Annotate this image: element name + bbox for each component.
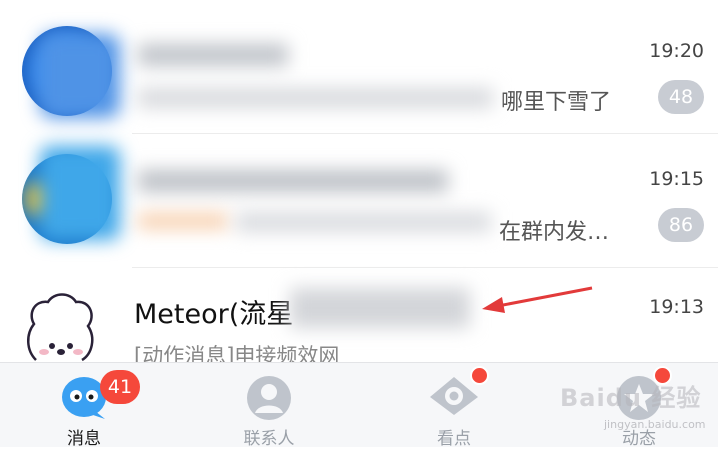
tab-label: 看点 — [437, 429, 471, 449]
contacts-icon — [247, 376, 291, 420]
tab-kandian[interactable]: 看点 — [394, 363, 514, 449]
kandian-red-dot — [470, 366, 489, 385]
tab-contacts[interactable]: 联系人 — [209, 363, 329, 449]
watermark-url: jingyan.baidu.com — [604, 418, 706, 431]
baidu-watermark: Baidu 经验 — [560, 384, 702, 412]
red-annotation-arrow — [482, 286, 593, 313]
messages-count-badge: 41 — [100, 370, 140, 404]
conversation-list: 19:20 哪里下雪了 48 19:15 在群内发… 86 Meteor(流星 … — [0, 0, 718, 362]
tab-label: 消息 — [67, 429, 101, 449]
tab-label: 联系人 — [243, 429, 295, 449]
